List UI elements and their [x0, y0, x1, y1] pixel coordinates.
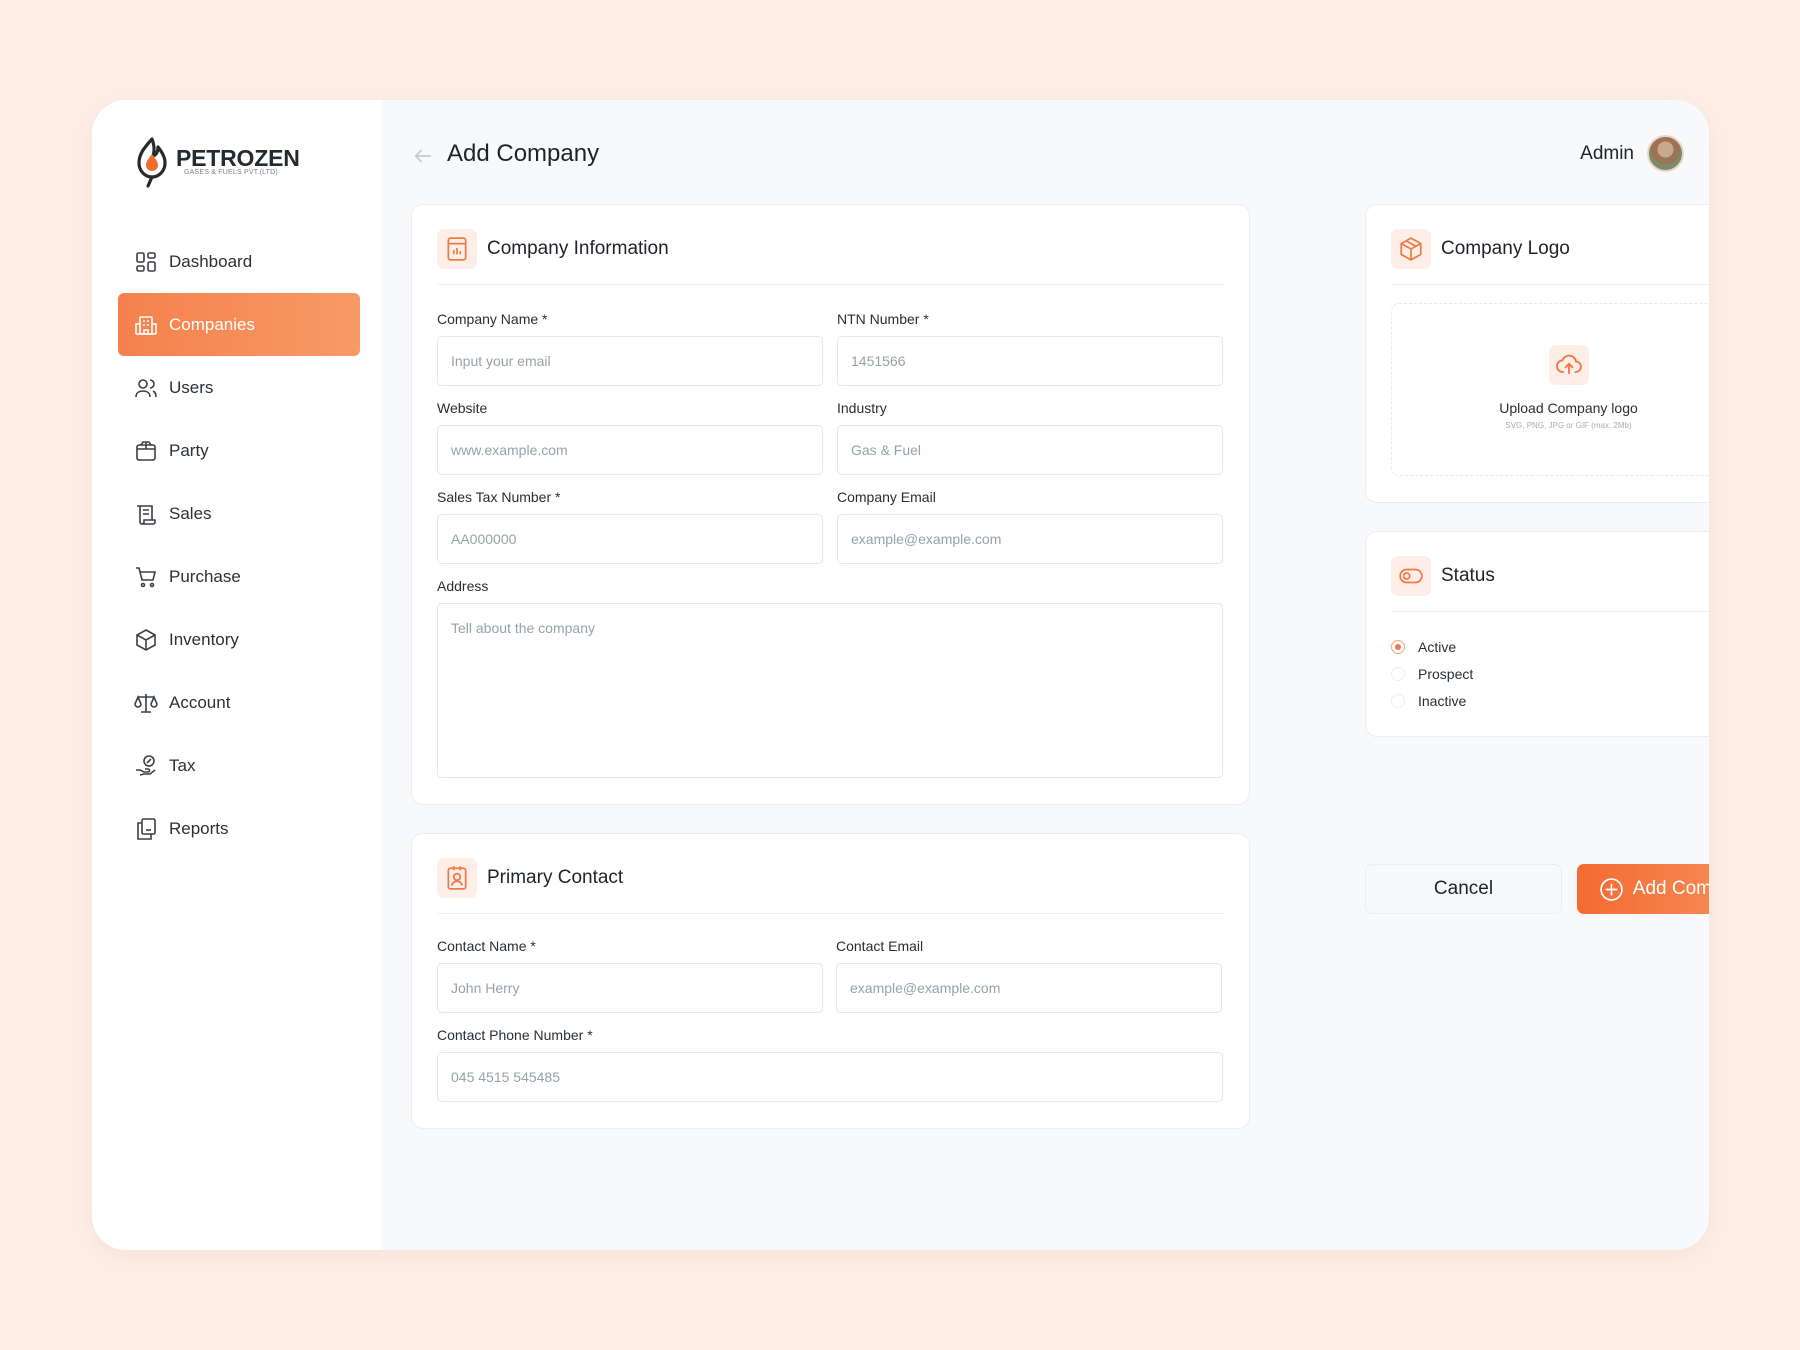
sidebar-nav: Dashboard Companies Users Party Sales Pu… [118, 230, 360, 860]
cancel-button[interactable]: Cancel [1365, 864, 1562, 914]
page-title: Add Company [447, 140, 600, 167]
sidebar-item-sales[interactable]: Sales [118, 482, 360, 545]
sidebar-item-purchase[interactable]: Purchase [118, 545, 360, 608]
company-logo-card: Company Logo Upload Company logo SVG, PN… [1365, 204, 1709, 503]
sidebar-item-party[interactable]: Party [118, 419, 360, 482]
radio-button[interactable] [1391, 694, 1405, 708]
website-label: Website [437, 400, 488, 416]
sidebar-item-label: Sales [169, 503, 212, 523]
top-bar: Add Company Admin [382, 100, 1709, 210]
sidebar-item-account[interactable]: Account [118, 671, 360, 734]
dashboard-icon [136, 251, 156, 272]
radio-label: Inactive [1418, 693, 1467, 709]
sidebar-item-inventory[interactable]: Inventory [118, 608, 360, 671]
sidebar-item-label: Reports [169, 818, 229, 838]
tax-hand-icon [136, 754, 156, 776]
radio-button[interactable] [1391, 667, 1405, 681]
logo-upload-dropzone[interactable]: Upload Company logo SVG, PNG, JPG or GIF… [1391, 303, 1709, 476]
cart-icon [136, 566, 157, 587]
card-header: Status [1391, 556, 1709, 612]
plus-circle-icon [1600, 877, 1623, 901]
contact-email-input[interactable]: example@example.com [836, 963, 1222, 1013]
user-name[interactable]: Admin [1580, 143, 1634, 165]
back-arrow-icon[interactable] [412, 145, 434, 167]
app-window: PETROZEN GASES & FUELS PVT.(LTD) Dashboa… [92, 100, 1709, 1250]
cube-logo-icon [1391, 229, 1431, 269]
scale-icon [134, 693, 158, 713]
sidebar-item-label: Tax [169, 755, 196, 775]
company-email-label: Company Email [837, 489, 936, 505]
add-company-label: Add Company [1632, 878, 1709, 899]
chart-document-icon [437, 229, 477, 269]
card-header: Primary Contact [437, 858, 1224, 914]
industry-input[interactable]: Gas & Fuel [837, 425, 1223, 475]
card-title: Status [1441, 565, 1495, 586]
company-name-input[interactable]: Input your email [437, 336, 823, 386]
status-card: Status Active Prospect Inactive [1365, 531, 1709, 737]
sidebar-item-label: Inventory [169, 629, 239, 649]
contact-email-label: Contact Email [836, 938, 924, 954]
upload-title: Upload Company logo [1499, 400, 1638, 416]
users-icon [135, 378, 157, 397]
brand-logo[interactable]: PETROZEN GASES & FUELS PVT.(LTD) [134, 136, 300, 188]
sidebar-item-companies[interactable]: Companies [118, 293, 360, 356]
contact-name-input[interactable]: John Herry [437, 963, 823, 1013]
sidebar-item-label: Account [169, 692, 231, 712]
radio-button[interactable] [1391, 640, 1405, 654]
sidebar-item-users[interactable]: Users [118, 356, 360, 419]
sidebar-item-reports[interactable]: Reports [118, 797, 360, 860]
company-name-label: Company Name * [437, 311, 548, 327]
sidebar-item-label: Dashboard [169, 251, 253, 271]
contact-phone-input[interactable]: 045 4515 545485 [437, 1052, 1223, 1102]
toggle-icon [1391, 556, 1431, 596]
radio-label: Active [1418, 639, 1457, 655]
party-icon [136, 440, 156, 461]
contact-phone-label: Contact Phone Number * [437, 1027, 593, 1043]
flame-logo-icon [134, 136, 170, 188]
sales-tax-label: Sales Tax Number * [437, 489, 561, 505]
sidebar-item-label: Purchase [169, 566, 241, 586]
sidebar-item-tax[interactable]: Tax [118, 734, 360, 797]
card-header: Company Logo [1391, 229, 1709, 285]
add-company-button[interactable]: Add Company [1577, 864, 1709, 914]
card-title: Company Information [487, 238, 669, 259]
card-title: Primary Contact [487, 867, 624, 888]
avatar[interactable] [1647, 135, 1684, 172]
company-information-card: Company Information Company Name * Input… [411, 204, 1250, 805]
reports-icon [137, 817, 156, 840]
card-header: Company Information [437, 229, 1224, 285]
status-option-active[interactable]: Active [1391, 639, 1456, 655]
status-option-inactive[interactable]: Inactive [1391, 693, 1466, 709]
sidebar: PETROZEN GASES & FUELS PVT.(LTD) Dashboa… [92, 100, 382, 1250]
industry-label: Industry [837, 400, 887, 416]
receipt-icon [137, 504, 156, 525]
brand-name: PETROZEN [176, 145, 300, 171]
sales-tax-input[interactable]: AA000000 [437, 514, 823, 564]
sidebar-item-dashboard[interactable]: Dashboard [118, 230, 360, 293]
contact-card-icon [437, 858, 477, 898]
company-email-input[interactable]: example@example.com [837, 514, 1223, 564]
sidebar-item-label: Party [169, 440, 209, 460]
upload-hint: SVG, PNG, JPG or GIF (max. 2Mb) [1505, 421, 1632, 430]
sidebar-item-label: Companies [169, 314, 255, 334]
brand-subtitle: GASES & FUELS PVT.(LTD) [184, 169, 278, 176]
box-icon [136, 628, 156, 651]
website-input[interactable]: www.example.com [437, 425, 823, 475]
primary-contact-card: Primary Contact Contact Name * John Herr… [411, 833, 1250, 1129]
status-option-prospect[interactable]: Prospect [1391, 666, 1473, 682]
radio-label: Prospect [1418, 666, 1474, 682]
cloud-upload-icon [1548, 345, 1589, 385]
address-textarea[interactable]: Tell about the company [437, 603, 1223, 778]
ntn-number-label: NTN Number * [837, 311, 929, 327]
ntn-number-input[interactable]: 1451566 [837, 336, 1223, 386]
contact-name-label: Contact Name * [437, 938, 536, 954]
building-icon [135, 315, 157, 335]
address-label: Address [437, 578, 489, 594]
sidebar-item-label: Users [169, 377, 214, 397]
main-content: Add Company Admin Company Information Co… [382, 100, 1709, 1250]
card-title: Company Logo [1441, 238, 1570, 259]
